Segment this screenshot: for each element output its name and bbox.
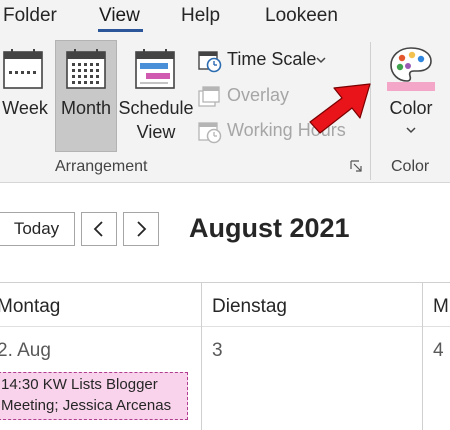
overlay-label: Overlay: [227, 85, 290, 105]
color-swatch: [387, 82, 435, 91]
chevron-right-icon: [137, 221, 147, 237]
ribbon-tabs: Folder View Help Lookeen: [0, 0, 450, 36]
grid-header-border: [0, 326, 450, 327]
schedule-label-line1: Schedule: [118, 98, 194, 118]
schedule-label-line2: View: [136, 122, 176, 142]
day-header-montag: Montag: [0, 296, 61, 317]
day-cell-date[interactable]: 3: [212, 340, 223, 362]
overlay-calendar-icon: [198, 86, 220, 107]
day-header-mittwoch: M: [433, 296, 449, 317]
tab-view[interactable]: View: [99, 5, 140, 27]
week-calendar-icon: [3, 49, 43, 89]
dialog-launcher-icon[interactable]: [350, 160, 363, 173]
color-label: Color: [389, 98, 433, 118]
palette-icon: [390, 47, 432, 82]
tab-lookeen[interactable]: Lookeen: [265, 5, 338, 27]
chevron-down-icon: [406, 127, 416, 134]
tab-folder[interactable]: Folder: [3, 5, 57, 27]
time-scale-label: Time Scale: [227, 49, 317, 69]
grid-column-divider: [201, 282, 202, 430]
active-tab-indicator: [98, 29, 143, 32]
color-button[interactable]: Color: [378, 40, 444, 152]
month-calendar-icon: [66, 49, 106, 89]
red-arrow-annotation: [309, 83, 371, 134]
week-view-button[interactable]: Week: [0, 40, 50, 152]
month-label: Month: [60, 98, 112, 118]
calendar-event[interactable]: 14:30 KW Lists Blogger Meeting; Jessica …: [0, 372, 188, 420]
arrangement-group-label: Arrangement: [55, 158, 148, 175]
grid-top-border: [0, 282, 450, 283]
event-line-1: 14:30 KW Lists Blogger: [1, 376, 158, 393]
working-hours-icon: [198, 122, 222, 144]
chevron-down-icon: [316, 57, 326, 64]
overlay-button[interactable]: Overlay: [198, 83, 298, 111]
grid-column-divider: [422, 282, 423, 430]
schedule-view-button[interactable]: Schedule View: [118, 40, 194, 152]
week-label: Week: [2, 98, 48, 118]
day-header-dienstag: Dienstag: [212, 296, 287, 317]
previous-month-button[interactable]: [81, 212, 117, 246]
chevron-left-icon: [93, 221, 103, 237]
calendar-clock-icon: [198, 51, 222, 73]
today-button[interactable]: Today: [0, 212, 75, 246]
day-cell-date[interactable]: 4: [433, 340, 444, 362]
color-group-label: Color: [391, 158, 430, 175]
schedule-calendar-icon: [135, 49, 175, 89]
ribbon: Folder View Help Lookeen Week Month Sche…: [0, 0, 450, 183]
next-month-button[interactable]: [123, 212, 159, 246]
month-title: August 2021: [189, 213, 350, 243]
tab-help[interactable]: Help: [181, 5, 220, 27]
month-view-button[interactable]: Month: [55, 40, 117, 152]
event-line-2: Meeting; Jessica Arcenas: [1, 397, 172, 414]
day-cell-date[interactable]: 2. Aug: [0, 340, 51, 362]
time-scale-dropdown[interactable]: Time Scale: [198, 47, 330, 75]
